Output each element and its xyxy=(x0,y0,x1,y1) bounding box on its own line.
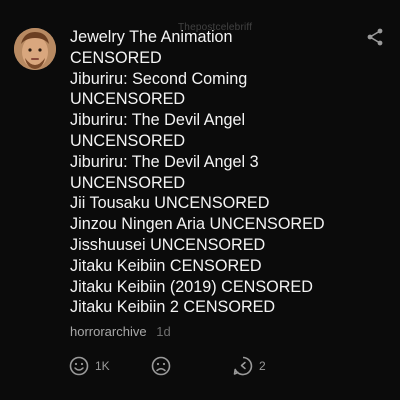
comment-line: Jitaku Keibiin (2019) CENSORED xyxy=(70,277,313,296)
comment-line: Jiburiru: The Devil Angel 3 xyxy=(70,152,259,171)
comment-line: Jewelry The Animation xyxy=(70,28,233,46)
comment-line: Jisshuusei UNCENSORED xyxy=(70,235,266,254)
comment-line: Jinzou Ningen Aria UNCENSORED xyxy=(70,215,325,234)
comment-card: Thepostcelebriff Jewelry The Animation C… xyxy=(0,0,400,400)
comment-line: UNCENSORED xyxy=(70,90,186,109)
dislike-button[interactable] xyxy=(150,352,172,380)
comment-line: Jiburiru: The Devil Angel xyxy=(70,111,246,130)
timestamp: 1d xyxy=(156,324,171,339)
author-name[interactable]: horrorarchive xyxy=(70,324,147,339)
like-count: 1K xyxy=(95,359,110,373)
reply-icon xyxy=(233,356,253,376)
reply-button[interactable]: 2 xyxy=(232,352,266,380)
comment-line: Jitaku Keibiin CENSORED xyxy=(70,256,262,275)
comment-meta: horrorarchive 1d xyxy=(70,324,171,339)
avatar[interactable] xyxy=(14,28,56,70)
like-button[interactable]: 1K xyxy=(68,352,110,380)
comment-line: Jiburiru: Second Coming xyxy=(70,69,248,88)
comment-line: Jitaku Keibiin 2 CENSORED xyxy=(70,298,276,317)
reply-count: 2 xyxy=(259,359,266,373)
avatar-image xyxy=(14,28,56,70)
frown-icon xyxy=(151,356,171,376)
comment-actions: 1K 2 xyxy=(0,352,400,382)
comment-body: Jewelry The Animation CENSORED Jiburiru:… xyxy=(70,27,390,318)
comment-line: UNCENSORED xyxy=(70,173,186,192)
comment-line: UNCENSORED xyxy=(70,131,186,150)
comment-line: Jii Tousaku UNCENSORED xyxy=(70,194,270,213)
smile-icon xyxy=(69,356,89,376)
comment-line: CENSORED xyxy=(70,48,162,67)
